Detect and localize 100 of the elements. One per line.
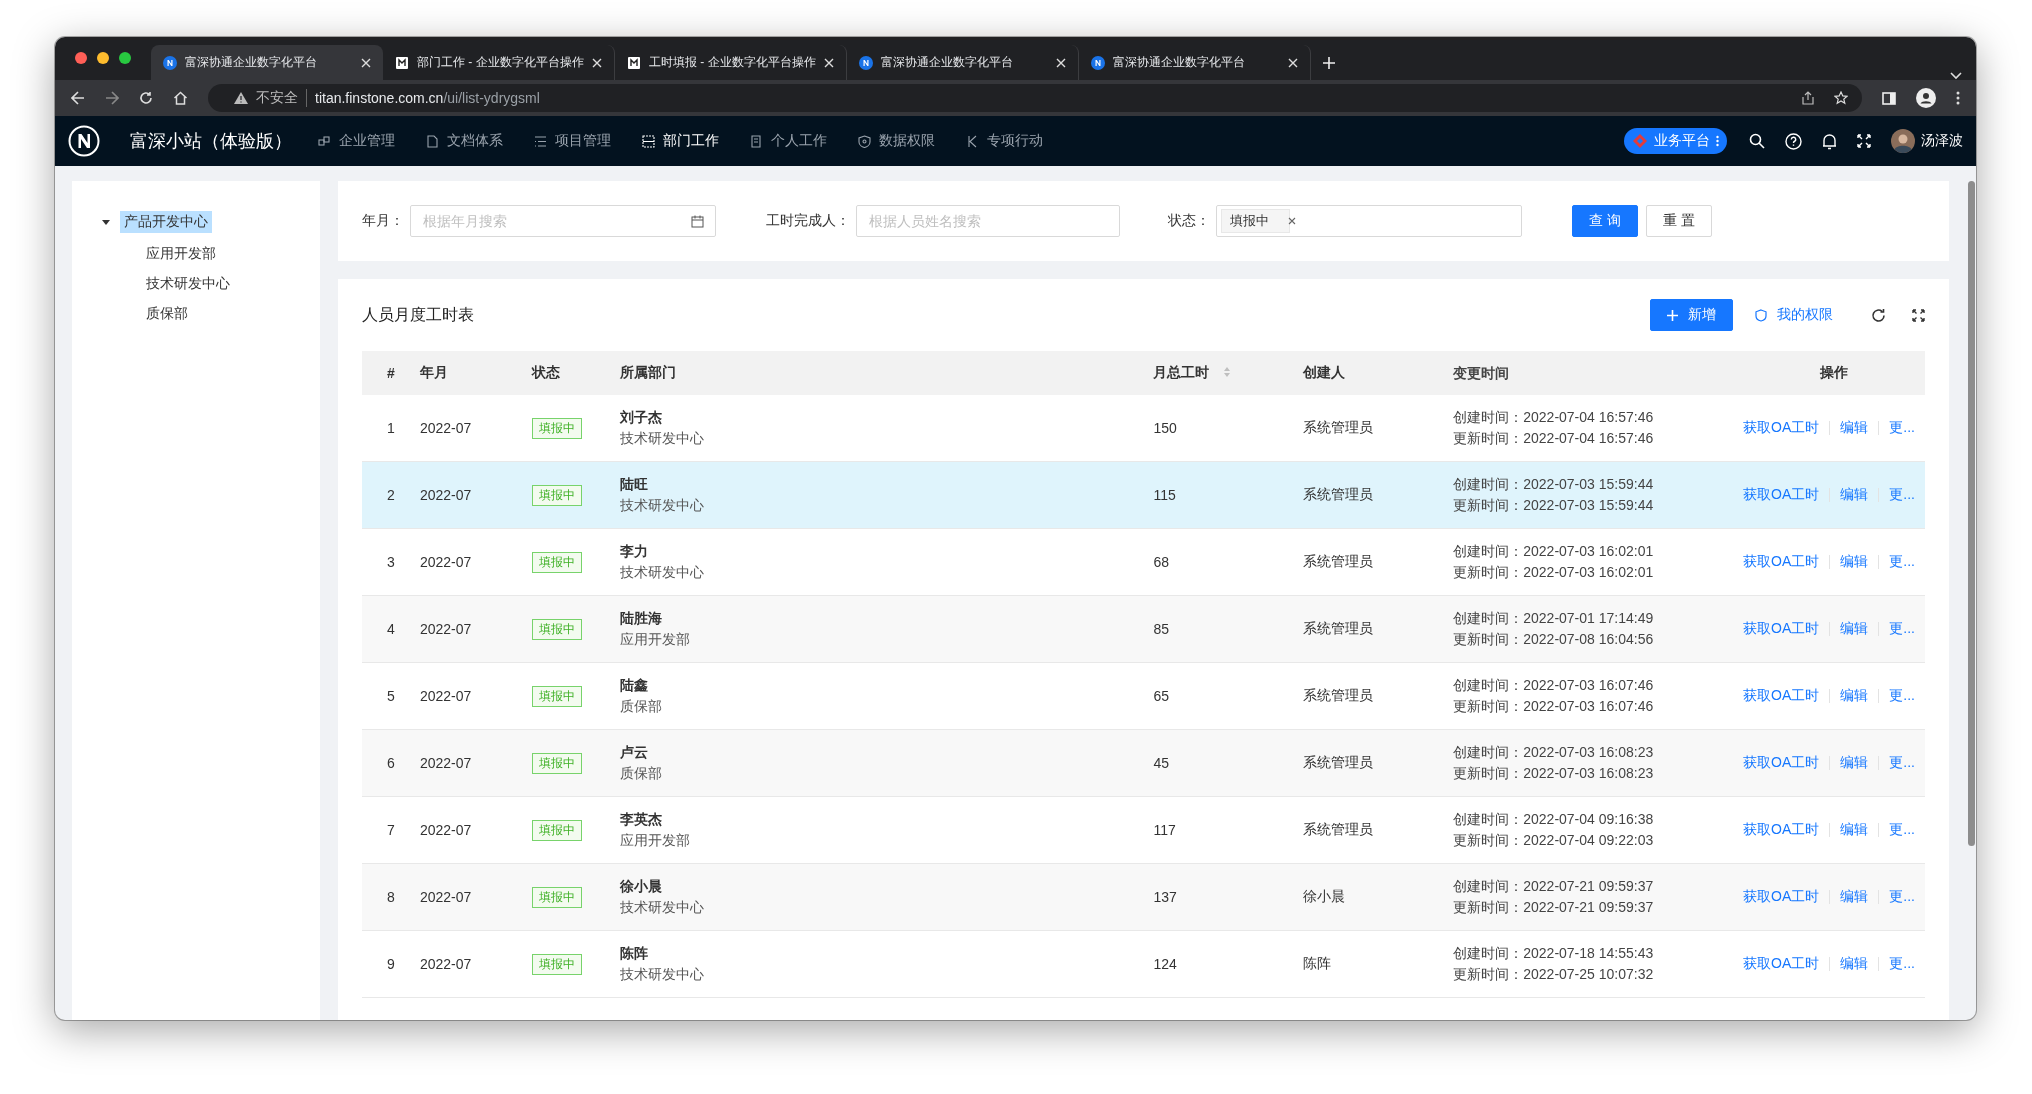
nav-item[interactable]: 企业管理 (318, 132, 395, 150)
date-field[interactable]: 根据年月搜索 (410, 205, 716, 237)
scrollbar-thumb[interactable] (1968, 181, 1975, 846)
table-cell: 6 (387, 755, 395, 771)
department-name: 应用开发部 (619, 630, 691, 649)
help-icon[interactable] (1785, 132, 1802, 150)
profile-icon[interactable] (1916, 88, 1936, 108)
share-icon[interactable] (1802, 91, 1814, 105)
filter-label: 状态： (1168, 212, 1210, 230)
address-bar[interactable]: 不安全 titan.finstone.com.cn/ui/list-ydrygsml (208, 84, 1862, 112)
column-header[interactable]: 月总工时 (1153, 351, 1304, 395)
table-cell: 系统管理员 (1303, 486, 1374, 502)
action-link[interactable]: 编辑 (1840, 620, 1869, 638)
n-logo-icon (859, 55, 873, 70)
nav-item[interactable]: 数据权限 (858, 132, 935, 150)
action-link[interactable]: 更... (1889, 419, 1915, 437)
action-link[interactable]: 获取OA工时 (1743, 955, 1820, 973)
table-cell: 1 (387, 420, 395, 436)
action-link[interactable]: 更... (1889, 821, 1915, 839)
search-field[interactable]: 根据人员姓名搜索 (856, 205, 1120, 237)
query-button[interactable]: 查 询 (1572, 205, 1638, 237)
action-link[interactable]: 获取OA工时 (1743, 687, 1820, 705)
menu-icon[interactable] (1956, 91, 1960, 105)
department-name: 质保部 (619, 697, 663, 716)
action-link[interactable]: 更... (1889, 754, 1915, 772)
action-link[interactable]: 获取OA工时 (1743, 888, 1820, 906)
app-title: 富深小站（体验版） (130, 130, 292, 153)
add-button[interactable]: 新增 (1650, 299, 1733, 331)
close-window-icon[interactable] (75, 52, 87, 64)
action-link[interactable]: 编辑 (1840, 486, 1869, 504)
updated-time: 更新时间：2022-07-03 15:59:44 (1453, 496, 1655, 515)
action-link[interactable]: 更... (1889, 888, 1915, 906)
fullscreen-icon[interactable] (1912, 308, 1925, 322)
action-link[interactable]: 编辑 (1840, 955, 1869, 973)
browser-tab[interactable]: 富深协通企业数字化平台 (151, 45, 383, 80)
plus-icon (1667, 309, 1678, 321)
person-name: 李英杰 (619, 810, 663, 829)
list-icon (534, 134, 547, 148)
side-panel-icon[interactable] (1882, 91, 1896, 105)
updated-time: 更新时间：2022-07-21 09:59:37 (1453, 898, 1655, 917)
action-link[interactable]: 更... (1889, 553, 1915, 571)
tree-item[interactable]: 产品开发中心 (120, 211, 212, 233)
nav-item[interactable]: 个人工作 (750, 132, 827, 150)
tree-item[interactable]: 技术研发中心 (142, 273, 234, 295)
zoom-window-icon[interactable] (119, 52, 131, 64)
action-link[interactable]: 获取OA工时 (1743, 821, 1820, 839)
table-cell: 68 (1153, 554, 1170, 570)
forward-icon[interactable] (105, 91, 119, 105)
action-link[interactable]: 获取OA工时 (1743, 553, 1820, 571)
action-link[interactable]: 获取OA工时 (1743, 419, 1820, 437)
created-time: 创建时间：2022-07-03 16:07:46 (1453, 676, 1655, 695)
action-link[interactable]: 更... (1889, 955, 1915, 973)
home-icon[interactable] (173, 91, 188, 105)
table-cell: 45 (1153, 755, 1170, 771)
grid-icon (642, 134, 655, 148)
shield-icon (1755, 308, 1767, 322)
person-name: 李力 (619, 542, 649, 561)
action-link[interactable]: 获取OA工时 (1743, 620, 1820, 638)
tree-item[interactable]: 质保部 (142, 303, 192, 325)
filter-label: 工时完成人： (766, 212, 850, 230)
refresh-icon[interactable] (1871, 307, 1886, 323)
reload-icon[interactable] (139, 91, 153, 105)
action-link[interactable]: 获取OA工时 (1743, 486, 1820, 504)
action-link[interactable]: 编辑 (1840, 821, 1869, 839)
table-cell: 9 (387, 956, 395, 972)
minimize-window-icon[interactable] (97, 52, 109, 64)
nav-item[interactable]: 文档体系 (426, 132, 503, 150)
select-field[interactable]: 填报中 (1216, 205, 1522, 237)
action-link[interactable]: 更... (1889, 620, 1915, 638)
column-header: 状态 (531, 351, 620, 395)
table-cell: 124 (1153, 956, 1177, 972)
action-link[interactable]: 编辑 (1840, 754, 1869, 772)
action-link[interactable]: 编辑 (1840, 687, 1869, 705)
status-tag: 填报中 (531, 551, 582, 573)
nav-item[interactable]: 项目管理 (534, 132, 611, 150)
nav-item[interactable]: 专项行动 (966, 132, 1043, 150)
back-icon[interactable] (71, 91, 85, 105)
permission-link[interactable]: 我的权限 (1755, 306, 1833, 324)
caret-icon[interactable] (102, 218, 110, 226)
action-link[interactable]: 编辑 (1840, 419, 1869, 437)
action-link[interactable]: 编辑 (1840, 553, 1869, 571)
updated-time: 更新时间：2022-07-03 16:08:23 (1453, 764, 1655, 783)
action-link[interactable]: 更... (1889, 687, 1915, 705)
action-link[interactable]: 获取OA工时 (1743, 754, 1820, 772)
search-icon[interactable] (1749, 133, 1765, 149)
avatar[interactable] (1891, 129, 1915, 153)
platform-button[interactable]: 业务平台 (1624, 128, 1727, 154)
nav-item[interactable]: 部门工作 (642, 132, 719, 150)
bell-icon[interactable] (1822, 132, 1837, 150)
close-icon[interactable] (1288, 217, 1296, 225)
action-link[interactable]: 编辑 (1840, 888, 1869, 906)
document-icon (395, 55, 409, 70)
chevron-down-icon[interactable] (1950, 72, 1962, 80)
star-icon[interactable] (1834, 91, 1848, 105)
reset-button[interactable]: 重 置 (1645, 205, 1712, 237)
new-tab-icon[interactable] (1323, 57, 1335, 69)
created-time: 创建时间：2022-07-03 15:59:44 (1453, 475, 1655, 494)
tree-item[interactable]: 应用开发部 (142, 243, 220, 265)
updated-time: 更新时间：2022-07-03 16:02:01 (1453, 563, 1655, 582)
action-link[interactable]: 更... (1889, 486, 1915, 504)
